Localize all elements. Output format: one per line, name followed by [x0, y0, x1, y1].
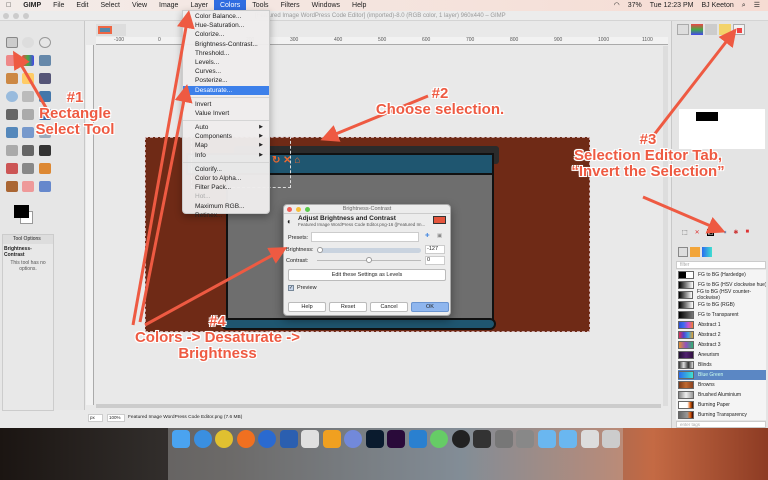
annotation-3: #3 Selection Editor Tab, “Invert the Sel… — [553, 132, 743, 179]
annotation-3-line: “Invert the Selection” — [571, 162, 725, 180]
annotation-4: #4 Colors -> Desaturate -> Brightness — [115, 314, 320, 361]
arrow-to-colors-menu — [131, 10, 195, 326]
annotation-4-line: Colors -> Desaturate -> — [134, 328, 301, 346]
annotation-2-line: Choose selection. — [375, 100, 505, 118]
annotation-4-line: Brightness — [178, 344, 257, 362]
arrow-to-selection-editor-tab — [648, 28, 737, 141]
annotation-1-line: Rectangle — [39, 104, 111, 122]
annotation-2: #2 Choose selection. — [360, 86, 520, 118]
annotation-1: #1 Rectangle Select Tool — [20, 90, 130, 137]
annotation-1-number: #1 — [66, 89, 84, 106]
annotation-4-number: #4 — [209, 313, 226, 330]
arrow-to-invert-selection — [642, 195, 726, 234]
annotation-3-line: Selection Editor Tab, — [573, 146, 723, 164]
annotation-2-number: #2 — [431, 85, 449, 102]
arrow-to-desaturate — [138, 84, 193, 323]
annotation-arrows — [12, 10, 737, 327]
annotation-3-number: #3 — [639, 131, 657, 148]
annotation-1-line: Select Tool — [35, 120, 115, 138]
